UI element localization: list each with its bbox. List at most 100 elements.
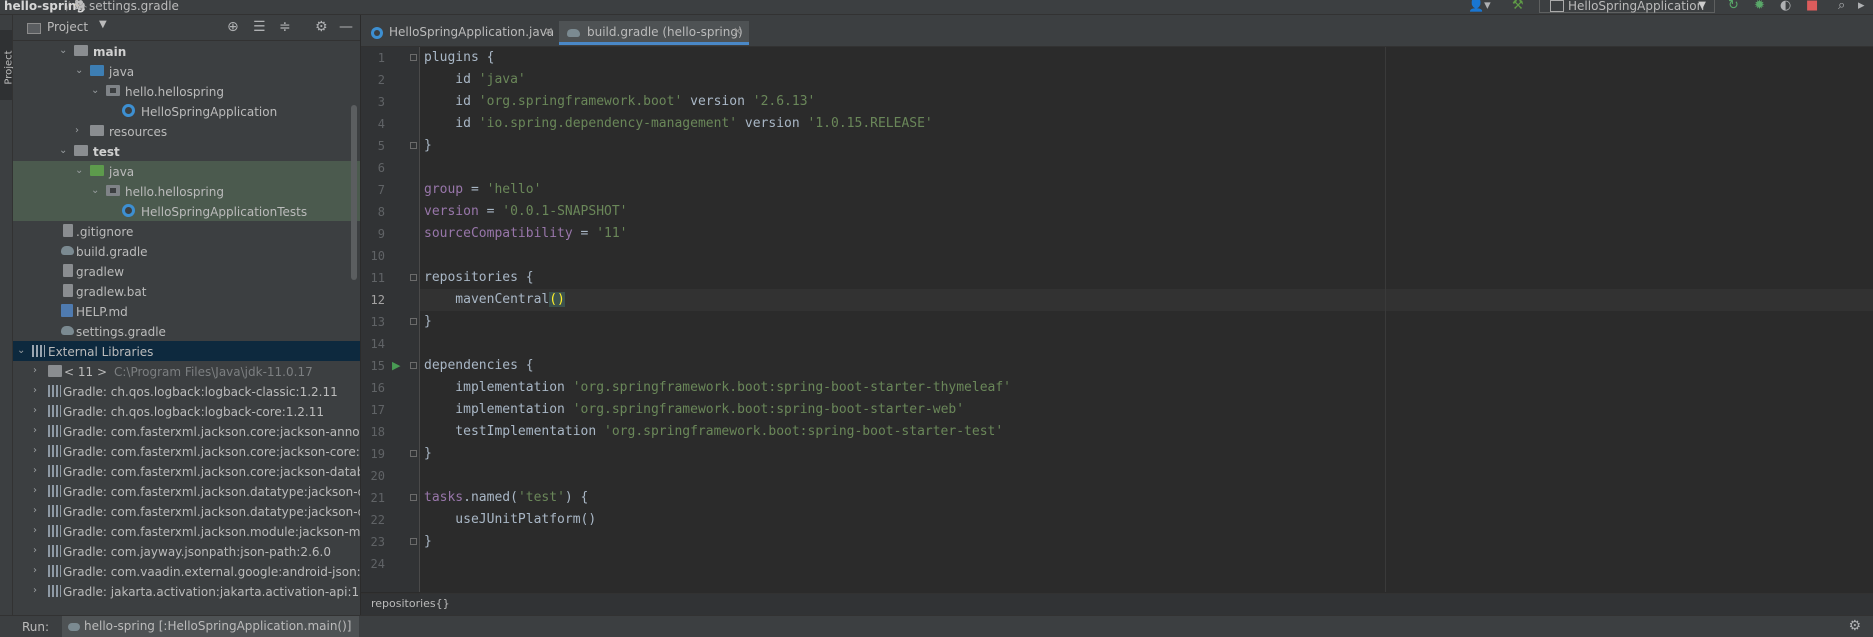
fold-marker-icon[interactable] xyxy=(410,142,417,149)
code-line[interactable]: useJUnitPlatform() xyxy=(424,509,596,531)
line-number[interactable]: 15 xyxy=(361,355,385,377)
line-number[interactable]: 10 xyxy=(361,245,385,267)
line-number[interactable]: 17 xyxy=(361,399,385,421)
chevron-down-icon[interactable]: ⌄ xyxy=(17,343,25,359)
gear-icon[interactable]: ⚙ xyxy=(1848,618,1861,634)
line-number[interactable]: 2 xyxy=(361,69,385,91)
tree-node-library[interactable]: › Gradle: com.fasterxml.jackson.core:jac… xyxy=(13,441,360,461)
code-line[interactable]: testImplementation 'org.springframework.… xyxy=(424,421,1003,443)
line-number[interactable]: 6 xyxy=(361,157,385,179)
code-line[interactable]: sourceCompatibility = '11' xyxy=(424,223,628,245)
tree-node-resources[interactable]: › resources xyxy=(13,121,360,141)
tree-node-gradlew[interactable]: gradlew xyxy=(13,261,360,281)
update-icon[interactable]: ▸ xyxy=(1858,0,1865,14)
tab-hellospringapplication-java[interactable]: HelloSpringApplication.java ✕ xyxy=(361,21,557,45)
chevron-right-icon[interactable]: › xyxy=(33,483,37,499)
tree-node-library[interactable]: › Gradle: com.fasterxml.jackson.datatype… xyxy=(13,481,360,501)
chevron-right-icon[interactable]: › xyxy=(33,423,37,439)
tree-node-java-main[interactable]: ⌄ java xyxy=(13,61,360,81)
tree-node-help-md[interactable]: HELP.md xyxy=(13,301,360,321)
coverage-icon[interactable]: ◐ xyxy=(1780,0,1791,14)
code-line[interactable]: } xyxy=(424,135,432,157)
chevron-down-icon[interactable]: ⌄ xyxy=(91,83,99,99)
line-number[interactable]: 13 xyxy=(361,311,385,333)
tree-node-hellospringapplicationtests[interactable]: HelloSpringApplicationTests xyxy=(13,201,360,221)
chevron-down-icon[interactable]: ⌄ xyxy=(59,43,67,59)
hide-panel-icon[interactable]: — xyxy=(339,19,353,35)
tree-node-library[interactable]: › Gradle: com.fasterxml.jackson.core:jac… xyxy=(13,461,360,481)
tree-node-hellospringapplication[interactable]: HelloSpringApplication xyxy=(13,101,360,121)
code-line[interactable]: group = 'hello' xyxy=(424,179,541,201)
tree-node-library[interactable]: › Gradle: jakarta.activation:jakarta.act… xyxy=(13,581,360,601)
fold-marker-icon[interactable] xyxy=(410,54,417,61)
code-line[interactable]: implementation 'org.springframework.boot… xyxy=(424,399,964,421)
code-line[interactable]: } xyxy=(424,531,432,553)
code-line[interactable]: } xyxy=(424,311,432,333)
tree-node-library[interactable]: › Gradle: com.fasterxml.jackson.module:j… xyxy=(13,521,360,541)
chevron-down-icon[interactable]: ▼ xyxy=(99,19,107,30)
line-number[interactable]: 8 xyxy=(361,201,385,223)
run-tab[interactable]: hello-spring [:HelloSpringApplication.ma… xyxy=(62,616,360,637)
stop-icon[interactable]: ■ xyxy=(1806,0,1818,14)
line-number[interactable]: 18 xyxy=(361,421,385,443)
line-number[interactable]: 19 xyxy=(361,443,385,465)
tree-node-build-gradle[interactable]: build.gradle xyxy=(13,241,360,261)
line-number[interactable]: 4 xyxy=(361,113,385,135)
code-line[interactable]: mavenCentral() xyxy=(424,289,565,311)
tree-node-package-main[interactable]: ⌄ hello.hellospring xyxy=(13,81,360,101)
chevron-right-icon[interactable]: › xyxy=(33,563,37,579)
close-icon[interactable]: ✕ xyxy=(544,21,553,43)
chevron-down-icon[interactable]: ⌄ xyxy=(75,163,83,179)
project-tool-tab[interactable]: Project xyxy=(0,30,15,100)
run-gutter-icon[interactable]: ▶ xyxy=(392,355,400,377)
code-line[interactable]: version = '0.0.1-SNAPSHOT' xyxy=(424,201,628,223)
breadcrumb-project[interactable]: hello-spring xyxy=(4,0,85,14)
tree-node-package-test[interactable]: ⌄ hello.hellospring xyxy=(13,181,360,201)
rerun-icon[interactable]: ↻ xyxy=(1728,0,1739,14)
line-number[interactable]: 14 xyxy=(361,333,385,355)
fold-marker-icon[interactable] xyxy=(410,450,417,457)
user-icon[interactable]: 👤▾ xyxy=(1468,0,1491,14)
code-line[interactable]: id 'org.springframework.boot' version '2… xyxy=(424,91,815,113)
chevron-down-icon[interactable]: ⌄ xyxy=(75,63,83,79)
close-icon[interactable]: ✕ xyxy=(733,21,742,43)
tree-node-library[interactable]: › Gradle: ch.qos.logback:logback-classic… xyxy=(13,381,360,401)
tree-node-gradlew-bat[interactable]: gradlew.bat xyxy=(13,281,360,301)
line-number[interactable]: 7 xyxy=(361,179,385,201)
tree-node-library[interactable]: › Gradle: ch.qos.logback:logback-core:1.… xyxy=(13,401,360,421)
line-number[interactable]: 24 xyxy=(361,553,385,575)
code-editor[interactable]: plugins { id 'java' id 'org.springframew… xyxy=(361,47,1873,592)
tree-node-external-libraries[interactable]: ⌄ External Libraries xyxy=(13,341,360,361)
tree-node-library[interactable]: › Gradle: com.fasterxml.jackson.core:jac… xyxy=(13,421,360,441)
search-icon[interactable]: ⌕ xyxy=(1838,0,1845,14)
breadcrumb-file[interactable]: settings.gradle xyxy=(89,0,179,14)
tree-node-library[interactable]: › Gradle: com.fasterxml.jackson.datatype… xyxy=(13,501,360,521)
line-number[interactable]: 23 xyxy=(361,531,385,553)
fold-marker-icon[interactable] xyxy=(410,538,417,545)
debug-bug-icon[interactable]: ✹ xyxy=(1754,0,1765,14)
line-number[interactable]: 5 xyxy=(361,135,385,157)
locate-file-icon[interactable]: ⊕ xyxy=(227,19,239,35)
chevron-right-icon[interactable]: › xyxy=(33,443,37,459)
line-number[interactable]: 20 xyxy=(361,465,385,487)
run-configuration-selector[interactable]: HelloSpringApplication ▼ xyxy=(1539,0,1715,13)
line-number[interactable]: 11 xyxy=(361,267,385,289)
chevron-right-icon[interactable]: › xyxy=(75,123,79,139)
build-hammer-icon[interactable]: ⚒ xyxy=(1512,0,1524,14)
chevron-right-icon[interactable]: › xyxy=(33,403,37,419)
code-line[interactable]: implementation 'org.springframework.boot… xyxy=(424,377,1011,399)
project-panel-title[interactable]: Project xyxy=(47,20,88,34)
gear-icon[interactable]: ⚙ xyxy=(315,19,328,35)
tree-node-library[interactable]: › Gradle: com.vaadin.external.google:and… xyxy=(13,561,360,581)
code-line[interactable]: tasks.named('test') { xyxy=(424,487,588,509)
line-number[interactable]: 1 xyxy=(361,47,385,69)
expand-all-icon[interactable]: ☰ xyxy=(253,19,266,35)
code-line[interactable]: id 'java' xyxy=(424,69,525,91)
chevron-right-icon[interactable]: › xyxy=(33,383,37,399)
project-scrollbar[interactable] xyxy=(351,105,357,280)
code-line[interactable]: repositories { xyxy=(424,267,534,289)
line-number[interactable]: 3 xyxy=(361,91,385,113)
line-number[interactable]: 12 xyxy=(361,289,385,311)
chevron-right-icon[interactable]: › xyxy=(33,543,37,559)
fold-marker-icon[interactable] xyxy=(410,494,417,501)
